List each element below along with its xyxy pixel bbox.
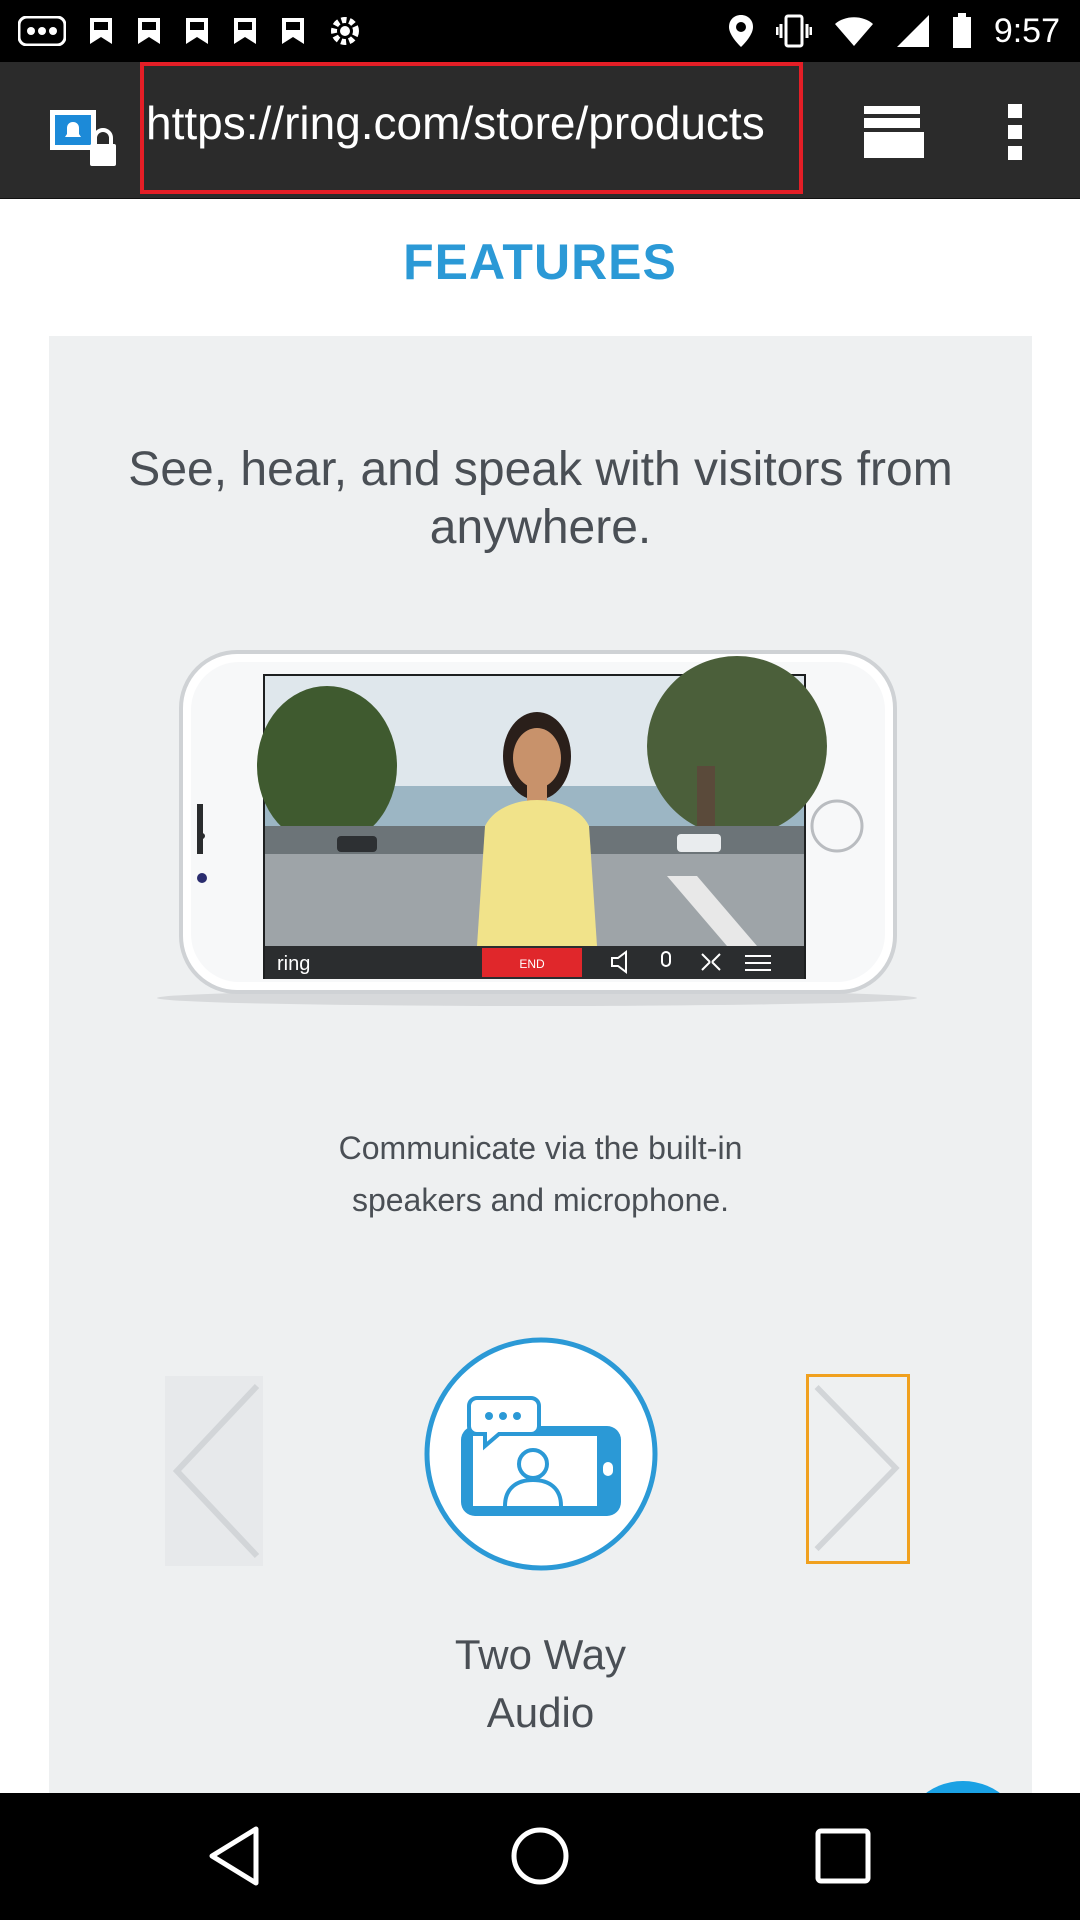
url-bar[interactable]: https://ring.com/store/products [140, 62, 803, 194]
two-way-audio-icon [424, 1337, 658, 1571]
feature-label: Two Way Audio [454, 1631, 627, 1736]
location-icon [728, 15, 753, 47]
battery-icon [952, 13, 971, 48]
bookmark-icon [186, 18, 208, 44]
android-nav-bar [0, 1793, 1080, 1920]
recents-icon[interactable] [808, 1821, 878, 1891]
wifi-icon [834, 17, 873, 46]
tabs-icon[interactable] [860, 104, 924, 160]
carousel-next-button[interactable] [806, 1374, 910, 1564]
browser-toolbar: https://ring.com/store/products [0, 62, 1080, 199]
web-page: FEATURES See, hear, and speak with visit… [0, 199, 1080, 1907]
settings-icon [331, 17, 359, 45]
section-title: FEATURES [403, 234, 677, 290]
bookmark-icon [138, 18, 160, 44]
headline: See, hear, and speak with visitors from … [128, 443, 953, 554]
clock: 9:57 [993, 11, 1060, 50]
bookmark-icon [90, 18, 112, 44]
bookmark-icon [234, 18, 256, 44]
status-bar: 9:57 [0, 0, 1080, 62]
vibrate-icon [775, 14, 812, 48]
app-label: ring [277, 953, 310, 975]
status-system: 9:57 [728, 8, 1060, 54]
carousel-prev-button[interactable] [165, 1376, 263, 1566]
home-icon[interactable] [505, 1821, 575, 1891]
more-dots-icon [18, 16, 66, 46]
feature-card: See, hear, and speak with visitors from … [49, 336, 1032, 1907]
site-security-icon[interactable] [50, 110, 120, 170]
bookmark-icon [282, 18, 304, 44]
feature-description: Communicate via the built-in speakers an… [338, 1130, 743, 1218]
back-icon[interactable] [200, 1821, 270, 1891]
url-text: https://ring.com/store/products [146, 97, 765, 149]
signal-icon [896, 15, 929, 47]
overflow-menu-icon[interactable] [1002, 102, 1030, 162]
status-notifications [18, 8, 362, 54]
end-call-label: END [519, 957, 545, 971]
phone-video-call-image: ring END [157, 650, 917, 1006]
